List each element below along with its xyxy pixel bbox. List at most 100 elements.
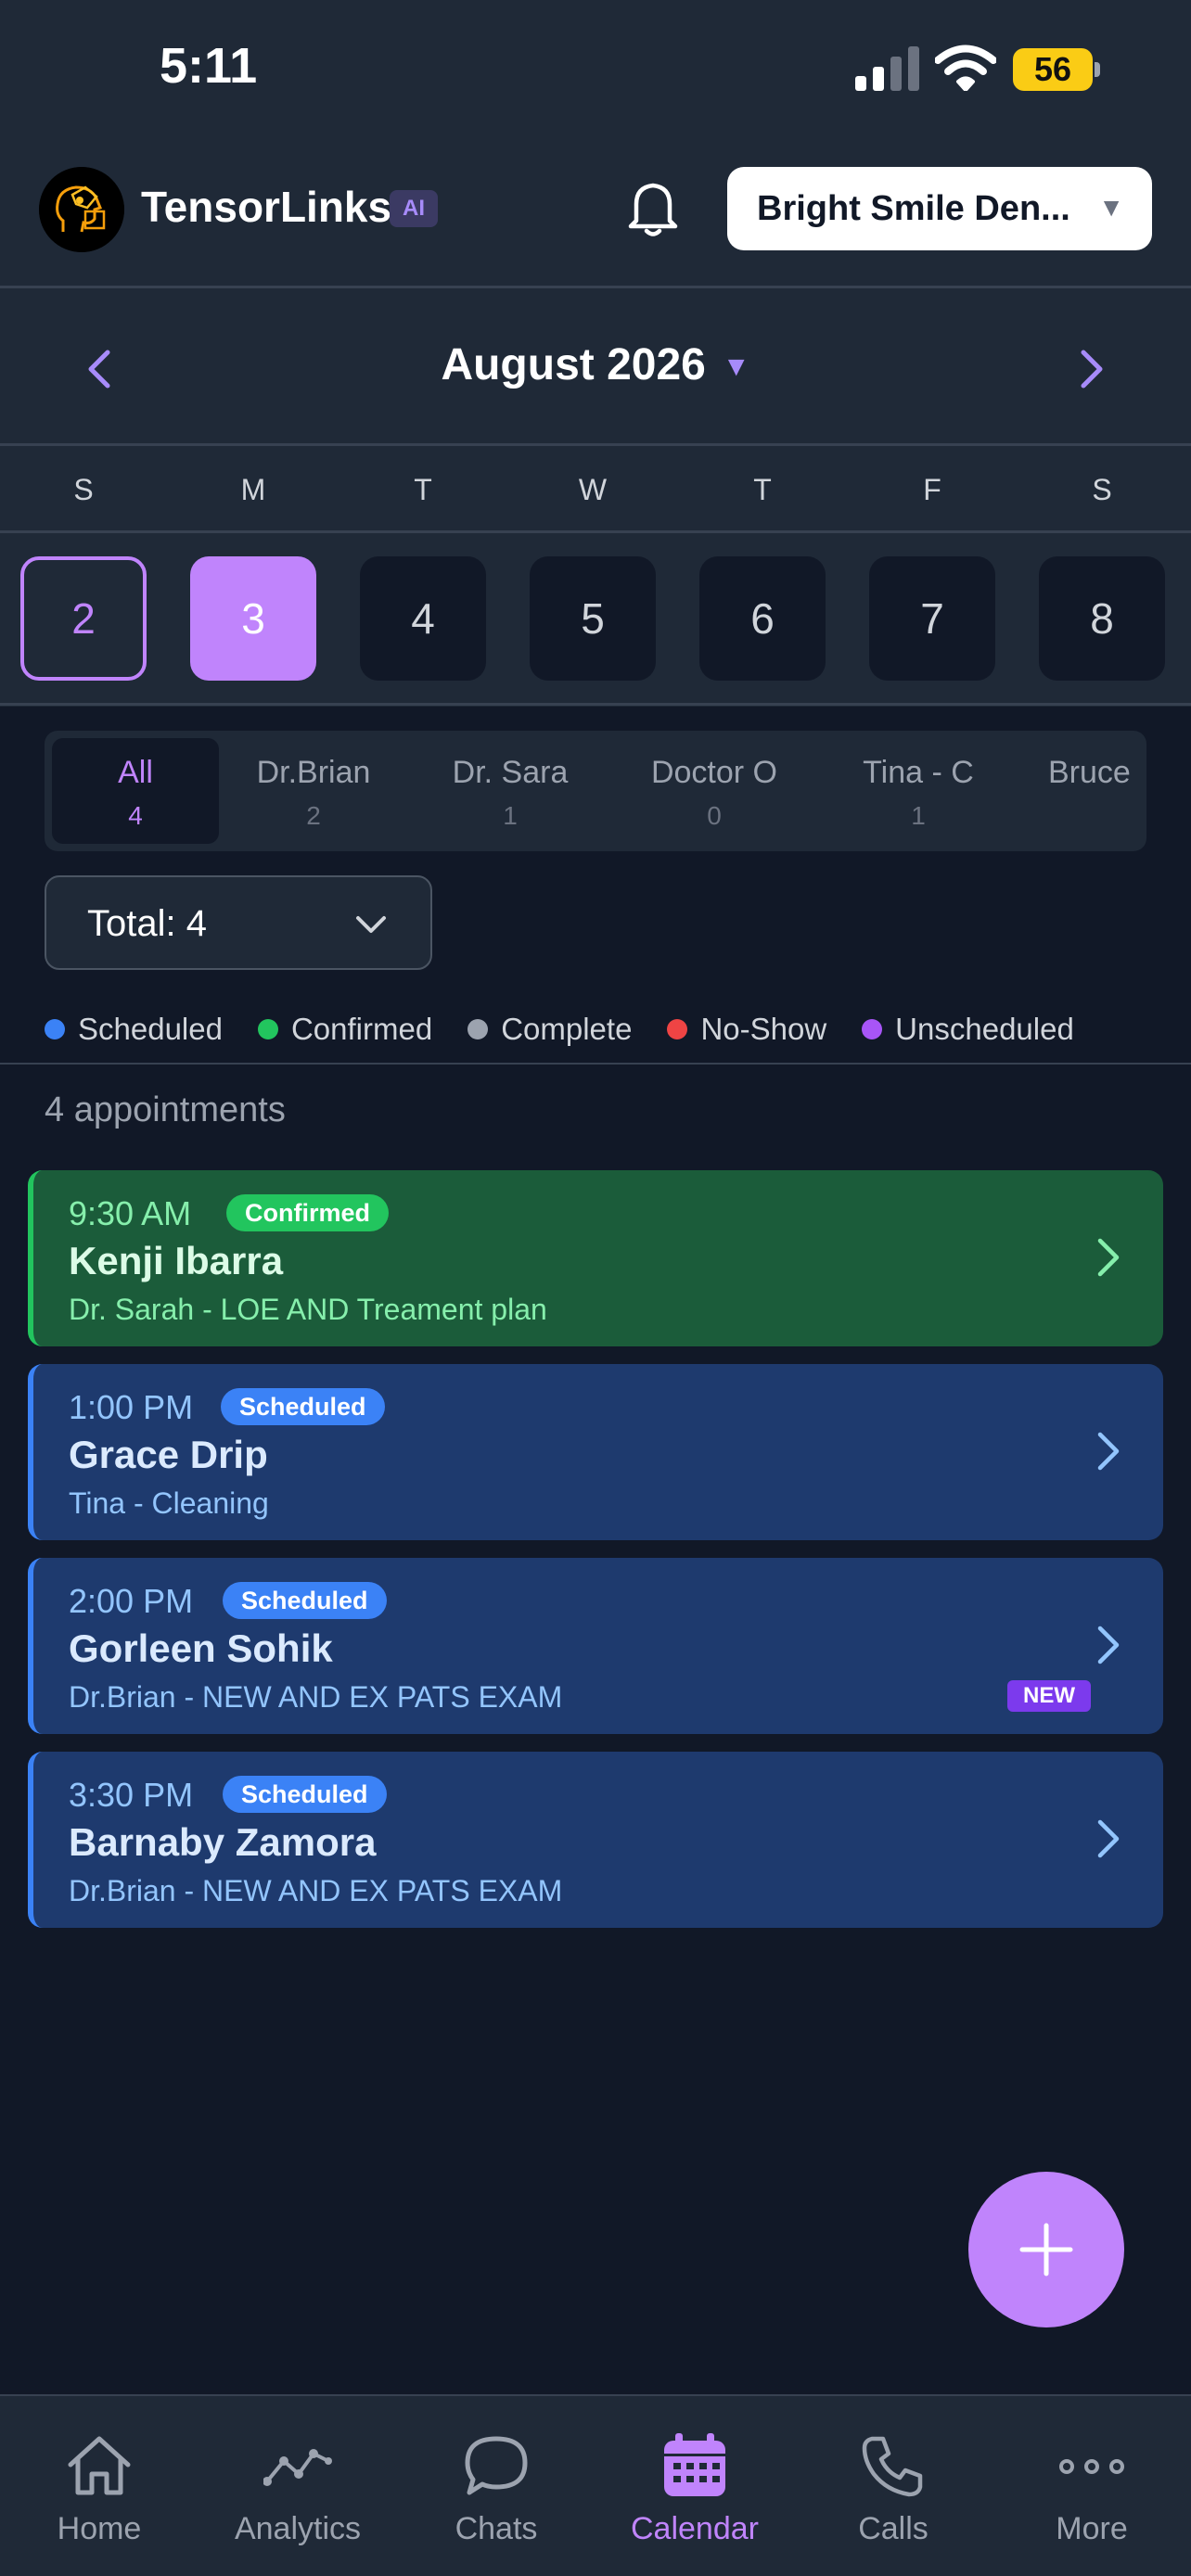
weekday-label: W	[578, 473, 608, 506]
tab-bruce[interactable]: Bruce 0	[1028, 731, 1146, 851]
status-badge: Confirmed	[226, 1194, 389, 1231]
status-legend: Scheduled Confirmed Complete No-Show Uns…	[45, 1011, 1074, 1048]
nav-label: Chats	[455, 2511, 538, 2546]
caret-down-icon: ▼	[1098, 193, 1124, 222]
legend-scheduled: Scheduled	[45, 1012, 223, 1047]
tab-label: All	[118, 755, 153, 790]
chevron-right-icon	[1097, 1626, 1120, 1664]
battery-nub	[1095, 62, 1100, 77]
legend-dot	[257, 1019, 278, 1039]
tab-label: Doctor O	[650, 755, 778, 790]
legend-dot	[667, 1019, 688, 1039]
nav-chats[interactable]: Chats	[397, 2396, 596, 2576]
tab-count: 1	[503, 801, 518, 830]
appointment-desc: Tina - Cleaning	[69, 1486, 269, 1520]
day-selected[interactable]: 3	[190, 556, 316, 681]
day-cell[interactable]: 5	[530, 556, 656, 681]
appointment-desc: Dr.Brian - NEW AND EX PATS EXAM	[69, 1874, 563, 1907]
ai-badge: AI	[390, 190, 438, 227]
plus-icon	[1019, 2223, 1073, 2276]
legend-dot	[467, 1019, 489, 1039]
appointment-card[interactable]: 9:30 AM Confirmed Kenji Ibarra Dr. Sarah…	[28, 1170, 1163, 1346]
appointment-card[interactable]: 1:00 PM Scheduled Grace Drip Tina - Clea…	[28, 1364, 1163, 1540]
nav-label: More	[1056, 2511, 1128, 2546]
nav-label: Calendar	[631, 2511, 759, 2546]
weekday-label: S	[73, 473, 94, 506]
weekday-divider	[0, 530, 1191, 533]
chevron-right-icon	[1097, 1238, 1120, 1277]
day-cell[interactable]: 6	[699, 556, 826, 681]
legend-complete: Complete	[467, 1012, 632, 1047]
day-cell[interactable]: 8	[1039, 556, 1165, 681]
legend-label: No-Show	[700, 1012, 827, 1046]
legend-unscheduled: Unscheduled	[862, 1012, 1074, 1047]
days-divider	[0, 703, 1191, 706]
tab-dr-brian[interactable]: Dr.Brian 2	[221, 731, 406, 851]
tab-label: Dr. Sara	[452, 755, 569, 790]
weekday-label: M	[240, 473, 266, 506]
tab-dr-sara[interactable]: Dr. Sara 1	[417, 731, 603, 851]
tab-count: 2	[306, 801, 321, 830]
clinic-select-label: Bright Smile Den...	[757, 189, 1070, 228]
nav-label: Analytics	[234, 2511, 362, 2546]
chevron-right-icon	[1097, 1819, 1120, 1858]
tab-doctor-o[interactable]: Doctor O 0	[612, 731, 816, 851]
triangle-down-icon: ▼	[722, 351, 750, 383]
legend-label: Unscheduled	[895, 1012, 1074, 1046]
appointment-time: 3:30 PM	[69, 1776, 194, 1814]
legend-dot	[862, 1019, 883, 1039]
tab-tina-c[interactable]: Tina - C 1	[826, 731, 1011, 851]
legend-label: Confirmed	[290, 1012, 433, 1046]
status-badge: Scheduled	[221, 1388, 385, 1425]
brand-logo[interactable]	[39, 167, 124, 252]
day-cell[interactable]: 7	[869, 556, 995, 681]
nav-home[interactable]: Home	[0, 2396, 198, 2576]
status-badge: Scheduled	[223, 1582, 387, 1619]
month-label: August 2026	[441, 340, 706, 389]
appointment-card[interactable]: 3:30 PM Scheduled Barnaby Zamora Dr.Bria…	[28, 1752, 1163, 1928]
patient-name: Grace Drip	[69, 1433, 268, 1476]
tab-all[interactable]: All 4	[52, 738, 219, 844]
new-badge: NEW	[1007, 1680, 1091, 1712]
legend-dot	[45, 1019, 65, 1039]
brain-logo-icon	[39, 167, 124, 252]
tab-label: Tina - C	[863, 755, 974, 790]
analytics-icon	[263, 2449, 332, 2486]
tab-count: 1	[911, 801, 926, 830]
weekday-label: F	[923, 473, 941, 506]
nav-more[interactable]: More	[992, 2396, 1191, 2576]
legend-divider	[0, 1063, 1191, 1065]
home-icon	[68, 2436, 131, 2495]
tab-count: 4	[128, 801, 143, 830]
battery-level: 56	[1033, 50, 1072, 88]
bottom-nav: Home Analytics Chats Calendar Calls More	[0, 2394, 1191, 2576]
status-time: 5:11	[160, 38, 258, 94]
tab-count: 0	[707, 801, 722, 830]
chevron-down-icon	[356, 916, 386, 933]
weekday-label: T	[753, 473, 772, 506]
appointment-card[interactable]: 2:00 PM Scheduled Gorleen Sohik Dr.Brian…	[28, 1558, 1163, 1734]
brand-name: TensorLinks	[141, 183, 392, 231]
nav-calendar[interactable]: Calendar	[596, 2396, 794, 2576]
battery-indicator: 56	[1013, 48, 1100, 91]
provider-tabs: All 4 Dr.Brian 2 Dr. Sara 1 Doctor O 0 T…	[45, 731, 1146, 851]
total-dropdown[interactable]: Total: 4	[45, 875, 432, 970]
add-appointment-button[interactable]	[968, 2172, 1124, 2327]
wifi-icon	[935, 45, 996, 91]
month-selector[interactable]: August 2026 ▼	[0, 339, 1191, 390]
legend-no-show: No-Show	[667, 1012, 826, 1047]
day-today[interactable]: 2	[20, 556, 147, 681]
bell-icon[interactable]	[627, 178, 679, 237]
day-cell[interactable]: 4	[360, 556, 486, 681]
appointment-desc: Dr. Sarah - LOE AND Treament plan	[69, 1293, 547, 1326]
tab-label: Bruce	[1048, 755, 1131, 790]
header-divider	[0, 286, 1191, 288]
legend-confirmed: Confirmed	[257, 1012, 433, 1047]
chevron-right-icon[interactable]	[1074, 341, 1111, 397]
appointment-time: 2:00 PM	[69, 1582, 194, 1620]
nav-analytics[interactable]: Analytics	[198, 2396, 397, 2576]
nav-calls[interactable]: Calls	[794, 2396, 992, 2576]
clinic-select[interactable]: Bright Smile Den... ▼	[727, 167, 1152, 250]
legend-label: Complete	[501, 1012, 633, 1046]
total-label: Total: 4	[87, 903, 207, 944]
